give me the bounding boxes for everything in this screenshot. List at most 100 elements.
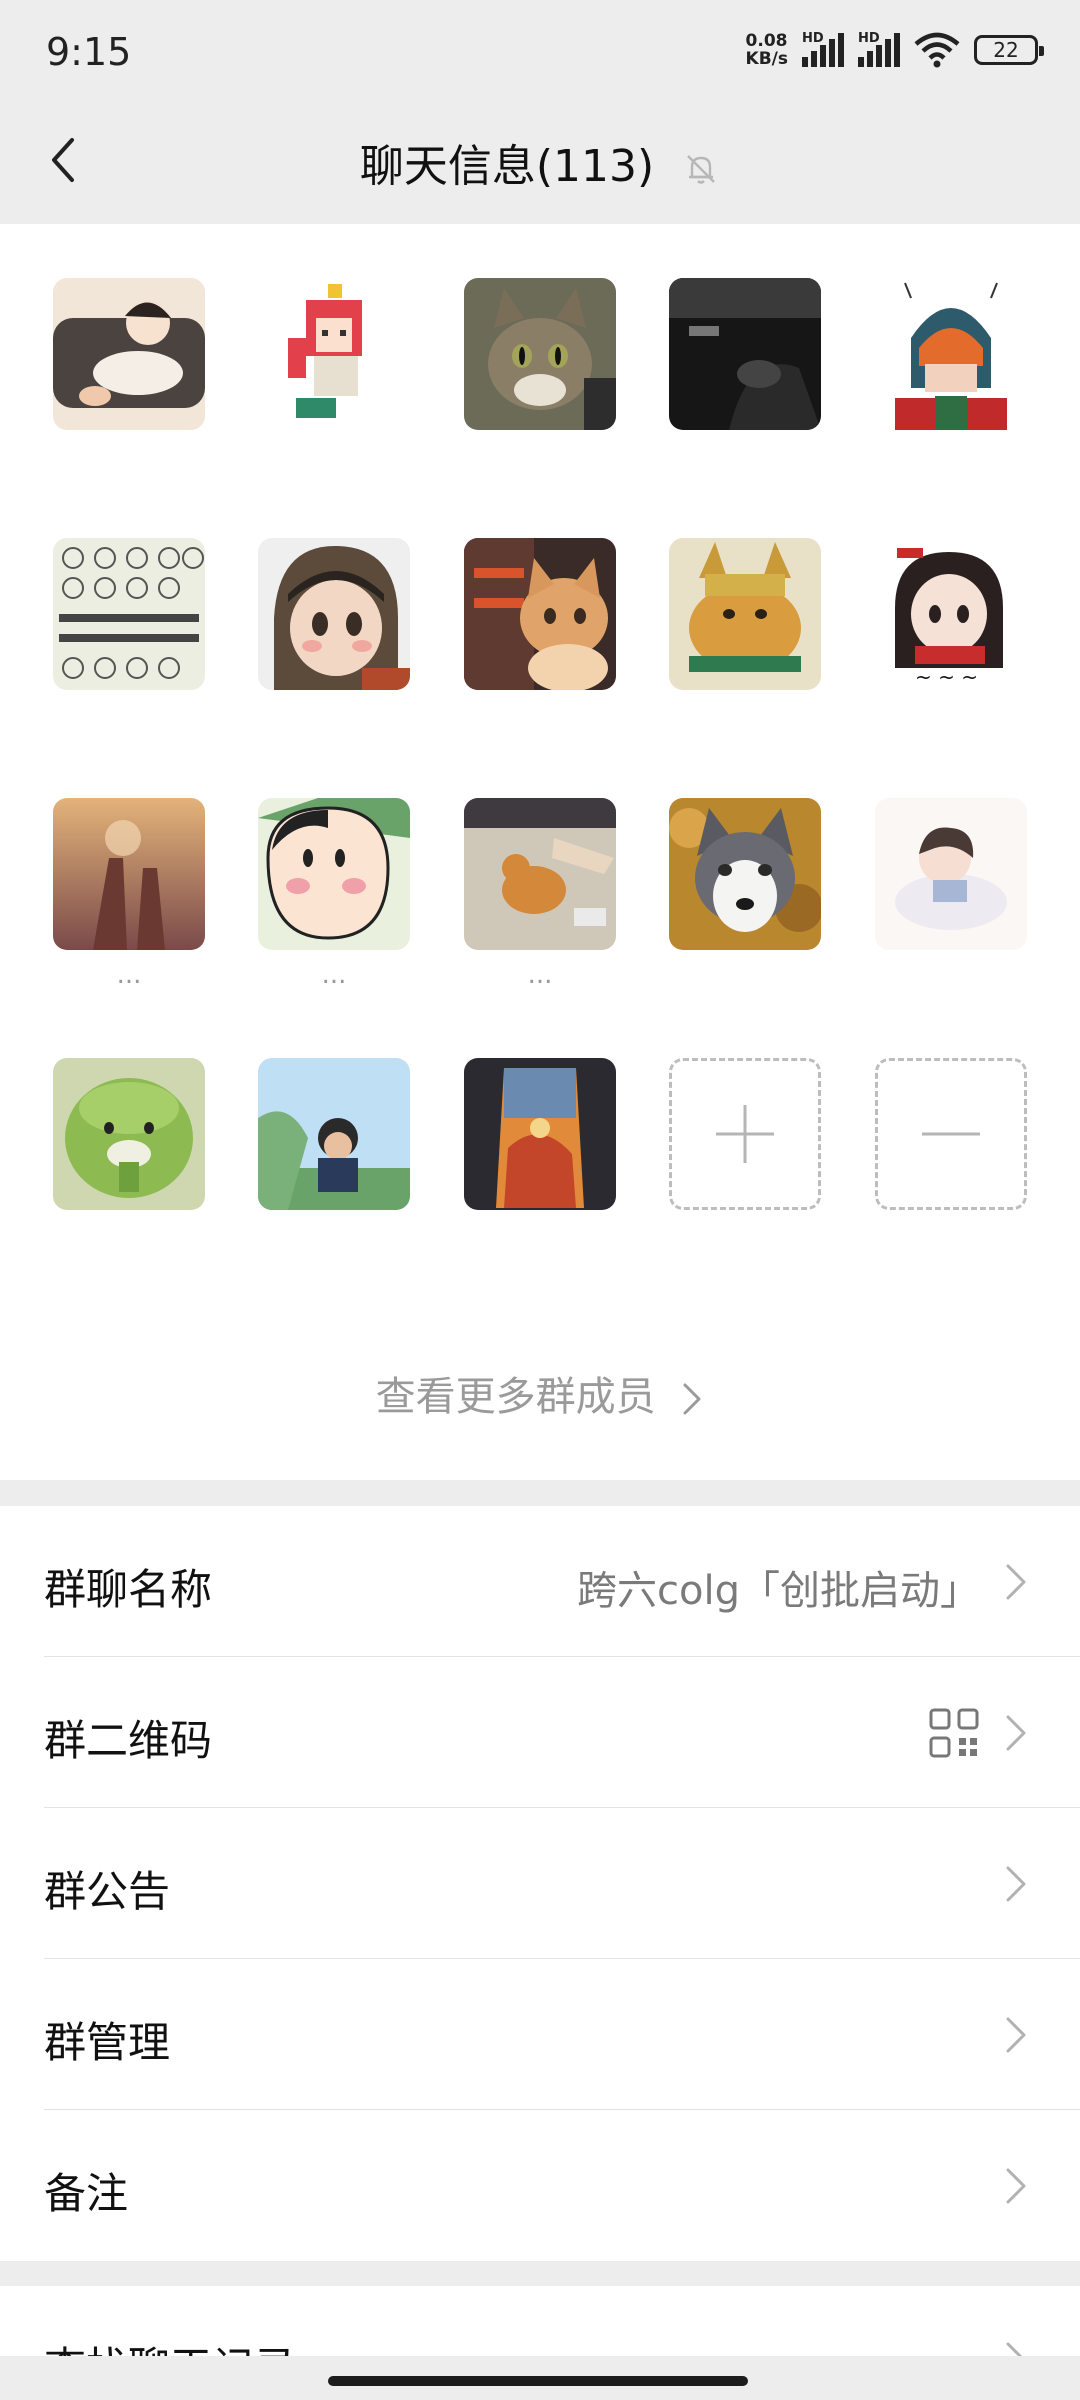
member-name — [875, 960, 1027, 994]
member-name — [669, 960, 821, 994]
remark-row[interactable]: 备注 — [44, 2110, 1080, 2261]
avatar-image — [875, 798, 1027, 950]
avatar — [53, 798, 205, 950]
member-name — [464, 1220, 616, 1254]
avatar — [464, 278, 616, 430]
member-avatar[interactable] — [464, 278, 616, 474]
member-name — [53, 440, 205, 474]
member-avatar[interactable] — [464, 538, 616, 734]
member-name — [258, 700, 410, 734]
avatar-image — [53, 798, 205, 950]
chevron-right-icon — [683, 1383, 701, 1415]
avatar-image: ~ ~ ~ — [875, 538, 1027, 690]
avatar-image — [258, 798, 410, 950]
avatar — [258, 798, 410, 950]
member-avatar[interactable]: ... — [464, 798, 616, 994]
member-name — [464, 440, 616, 474]
gesture-bar — [0, 2356, 1080, 2400]
member-name — [258, 440, 410, 474]
signal-hd-label-2: HD — [858, 31, 880, 46]
avatar-image — [258, 1058, 410, 1210]
member-avatar[interactable] — [53, 1058, 205, 1254]
avatar-image — [669, 798, 821, 950]
member-name: ... — [527, 960, 553, 990]
chevron-right-icon — [1006, 1866, 1026, 1902]
chevron-right-icon — [1006, 2168, 1026, 2204]
member-avatar[interactable] — [258, 538, 410, 734]
section-divider — [0, 2262, 1080, 2286]
member-avatar[interactable] — [258, 1058, 410, 1254]
battery-level: 22 — [993, 38, 1019, 62]
avatar — [258, 278, 410, 430]
avatar-image — [258, 538, 410, 690]
group-name-value: 跨六colg「创批启动」 — [577, 1568, 980, 1614]
member-avatar[interactable] — [875, 278, 1027, 474]
member-avatar[interactable] — [669, 798, 821, 994]
member-avatar[interactable]: ... — [258, 798, 410, 994]
avatar — [464, 538, 616, 690]
avatar-image — [464, 278, 616, 430]
home-indicator[interactable] — [328, 2376, 748, 2386]
member-avatar[interactable] — [53, 278, 205, 474]
signal-icon-2: HD — [858, 31, 900, 67]
avatar: ~ ~ ~ — [875, 538, 1027, 690]
minus-icon — [922, 1132, 980, 1136]
status-icons: 0.08 KB/s HD HD 22 — [746, 31, 1044, 68]
avatar-image — [464, 1058, 616, 1210]
signal-hd-label: HD — [802, 31, 824, 46]
member-avatar[interactable] — [464, 1058, 616, 1254]
member-avatar[interactable]: ... — [53, 798, 205, 994]
avatar-image — [464, 798, 616, 950]
group-name-row[interactable]: 群聊名称 跨六colg「创批启动」 — [44, 1506, 1080, 1657]
network-speed-value: 0.08 — [745, 31, 788, 51]
chevron-right-icon — [1006, 1715, 1026, 1751]
member-avatar[interactable]: ~ ~ ~ — [875, 538, 1027, 734]
svg-text:~ ~ ~: ~ ~ ~ — [915, 665, 978, 689]
remove-member-tile[interactable] — [875, 1058, 1027, 1210]
row-label: 群管理 — [44, 2018, 171, 2067]
member-name — [875, 440, 1027, 474]
view-more-members[interactable]: 查看更多群成员 — [0, 1364, 1080, 1422]
member-name — [669, 700, 821, 734]
add-member-tile[interactable] — [669, 1058, 821, 1210]
member-avatar[interactable] — [258, 278, 410, 474]
network-speed: 0.08 KB/s — [746, 32, 788, 68]
member-name — [53, 1220, 205, 1254]
page-title: 聊天信息(113) — [0, 130, 1080, 194]
avatar — [669, 278, 821, 430]
member-name: ... — [116, 960, 142, 990]
member-avatar[interactable] — [875, 798, 1027, 994]
chevron-right-icon — [1006, 1564, 1026, 1600]
avatar-image — [258, 278, 410, 430]
member-name: ... — [321, 960, 347, 990]
avatar — [875, 278, 1027, 430]
avatar — [53, 278, 205, 430]
group-qr-row[interactable]: 群二维码 — [44, 1657, 1080, 1808]
signal-icon: HD — [802, 31, 844, 67]
add-member-button[interactable] — [669, 1058, 821, 1210]
wifi-icon — [914, 32, 960, 68]
group-management-row[interactable]: 群管理 — [44, 1959, 1080, 2110]
member-name — [875, 700, 1027, 734]
group-announcement-row[interactable]: 群公告 — [44, 1808, 1080, 1959]
avatar — [258, 538, 410, 690]
status-time: 9:15 — [46, 30, 132, 74]
avatar-image — [53, 1058, 205, 1210]
avatar — [669, 538, 821, 690]
plus-icon — [716, 1105, 774, 1163]
avatar — [53, 538, 205, 690]
avatar-image — [53, 538, 205, 690]
member-avatar[interactable] — [53, 538, 205, 734]
avatar — [464, 798, 616, 950]
row-label: 群聊名称 — [44, 1565, 213, 1614]
qr-code-icon — [929, 1708, 979, 1758]
member-avatar[interactable] — [669, 278, 821, 474]
member-avatar[interactable] — [669, 538, 821, 734]
remove-member-button[interactable] — [875, 1058, 1027, 1210]
status-bar: 9:15 0.08 KB/s HD HD 22 — [0, 0, 1080, 100]
view-more-label: 查看更多群成员 — [375, 1374, 656, 1420]
bell-off-icon — [687, 155, 716, 184]
network-speed-unit: KB/s — [745, 49, 788, 69]
member-name — [53, 700, 205, 734]
avatar — [875, 798, 1027, 950]
